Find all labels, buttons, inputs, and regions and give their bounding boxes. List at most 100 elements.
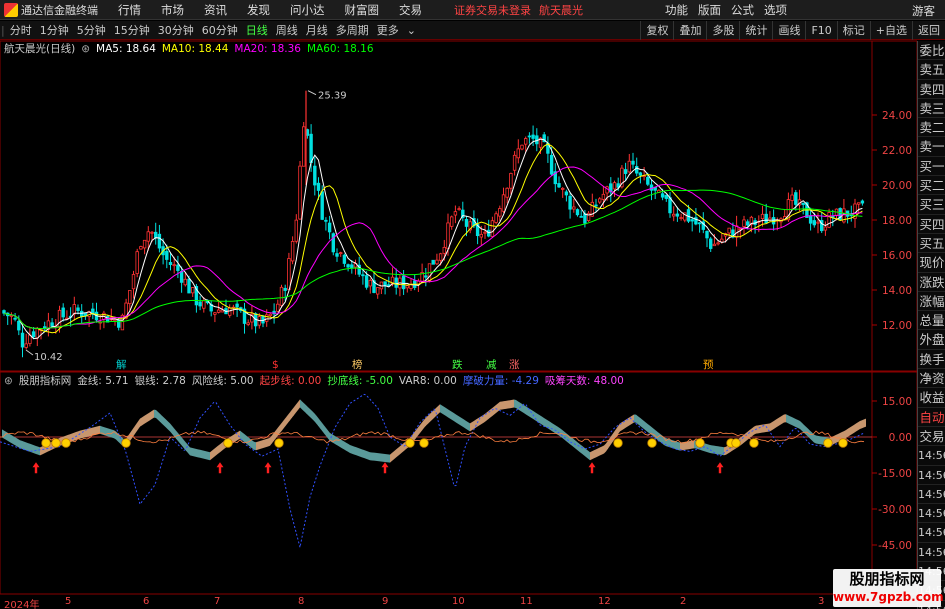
candle-body <box>635 166 639 174</box>
side-panel-item[interactable]: 买四 <box>918 215 945 234</box>
oscillator-ribbon <box>426 415 428 426</box>
side-panel-item[interactable]: 涨跌 <box>918 273 945 292</box>
oscillator-ribbon <box>314 412 316 424</box>
oscillator-ribbon <box>238 430 240 440</box>
side-panel-item[interactable]: 总量 <box>918 311 945 331</box>
oscillator-ribbon <box>300 399 302 410</box>
oscillator-ribbon <box>718 446 720 455</box>
side-panel-item[interactable]: 卖二 <box>918 118 945 138</box>
oscillator-ribbon <box>460 417 462 427</box>
oscillator-ribbon <box>148 412 150 422</box>
oscillator-ribbon <box>720 446 722 455</box>
oscillator-ribbon <box>190 447 192 456</box>
oscillator-ribbon <box>676 441 678 450</box>
oscillator-ribbon <box>554 424 556 434</box>
low-price-label: 10.42 <box>34 352 63 363</box>
side-panel-item[interactable]: 买一 <box>918 157 945 177</box>
price-axis-label: 12.00 <box>882 320 912 332</box>
candle-body <box>498 208 502 217</box>
candle-body <box>190 287 195 294</box>
candle-body <box>860 200 865 204</box>
oscillator-ribbon <box>346 442 348 452</box>
site-watermark: 股朋指标网 www.7gpzb.com <box>833 569 944 607</box>
oscillator-ribbon <box>318 417 320 429</box>
candle-body <box>446 222 450 250</box>
kline-chart[interactable]: 25.3910.42解 $ 榜跌减涨预 24.0022.0020.0018.0016… <box>0 0 917 609</box>
candle-body <box>183 278 187 286</box>
oscillator-ribbon <box>652 427 654 437</box>
candle-body <box>675 213 680 217</box>
oscillator-ribbon <box>140 417 142 427</box>
time-axis-label: 12 <box>598 596 611 607</box>
candle-body <box>2 310 6 314</box>
side-panel-item[interactable]: 交易 <box>918 427 945 447</box>
side-panel-item[interactable]: 卖五 <box>918 60 945 80</box>
oscillator-ribbon <box>598 447 600 457</box>
time-axis-label: 8 <box>298 596 305 607</box>
candle-body <box>24 343 28 348</box>
tick-time: 14:56 <box>918 523 945 543</box>
side-panel-item[interactable]: 卖三 <box>918 99 945 119</box>
oscillator-ribbon <box>428 413 430 424</box>
side-panel-item[interactable]: 现价 <box>918 253 945 273</box>
candle-body <box>483 231 487 234</box>
side-panel-item[interactable]: 涨幅 <box>918 292 945 312</box>
gold-line-value: 金线: 5.71 <box>77 375 129 387</box>
risk-line-value: 风险线: 5.00 <box>191 375 254 387</box>
oscillator-ribbon <box>514 399 516 409</box>
oscillator-ribbon <box>814 434 816 444</box>
side-panel-item[interactable]: 买三 <box>918 195 945 215</box>
side-panel-item[interactable]: 外盘 <box>918 330 945 350</box>
candle-body <box>575 209 580 216</box>
side-panel-item[interactable]: 净资 <box>918 369 945 389</box>
time-axis-label: 2 <box>680 596 687 607</box>
oscillator-ribbon <box>710 445 712 454</box>
tick-time: 14:56 <box>918 543 945 563</box>
side-panel-item[interactable]: 卖一 <box>918 137 945 157</box>
side-panel-item[interactable]: 换手 <box>918 350 945 370</box>
oscillator-ribbon <box>264 439 266 448</box>
oscillator-ribbon <box>150 410 152 421</box>
oscillator-ribbon <box>32 444 34 454</box>
oscillator-ribbon <box>644 421 646 431</box>
candle-body <box>290 241 295 262</box>
oscillator-ribbon <box>464 419 466 429</box>
oscillator-ribbon <box>80 430 82 439</box>
candle-body <box>375 287 380 295</box>
side-panel-item[interactable]: 收益 <box>918 388 945 408</box>
up-arrow-icon <box>264 462 272 474</box>
side-panel-item[interactable]: 自动 <box>918 408 945 427</box>
candle-body <box>601 193 606 200</box>
oscillator-ribbon <box>580 444 582 454</box>
oscillator-ribbon <box>802 422 804 433</box>
candle-body <box>742 219 746 227</box>
buy-dot <box>838 438 848 448</box>
side-panel-item[interactable]: 卖四 <box>918 80 945 99</box>
oscillator-ribbon <box>462 418 464 428</box>
side-panel-item[interactable]: 委比 <box>918 41 945 61</box>
indicator-pane-border <box>0 371 917 595</box>
oscillator-ribbon <box>770 422 772 432</box>
oscillator-ribbon <box>656 430 658 441</box>
oscillator-ribbon <box>456 414 458 424</box>
oscillator-ribbon <box>628 417 630 427</box>
oscillator-ribbon <box>446 408 448 418</box>
oscillator-ribbon <box>310 409 312 419</box>
settings-icon[interactable]: ⊛ <box>81 43 90 55</box>
candle-body <box>338 252 343 255</box>
main-legend: 航天晨光(日线) ⊛ MA5: 18.64 MA10: 18.44 MA20: … <box>4 41 380 56</box>
candle-body <box>179 271 184 283</box>
candle-body <box>764 213 768 224</box>
candle-body <box>128 290 132 305</box>
settings-icon[interactable]: ⊛ <box>4 375 13 387</box>
ind-axis-label: -15.00 <box>878 468 912 480</box>
oscillator-ribbon <box>754 425 756 435</box>
oscillator-ribbon <box>504 400 506 410</box>
oscillator-ribbon <box>362 449 364 459</box>
side-panel-item[interactable]: 买五 <box>918 234 945 254</box>
oscillator-ribbon <box>350 445 352 454</box>
oscillator-ribbon <box>420 422 422 433</box>
side-panel-item[interactable]: 买二 <box>918 176 945 196</box>
oscillator-ribbon <box>506 400 508 409</box>
oscillator-ribbon <box>818 435 820 445</box>
